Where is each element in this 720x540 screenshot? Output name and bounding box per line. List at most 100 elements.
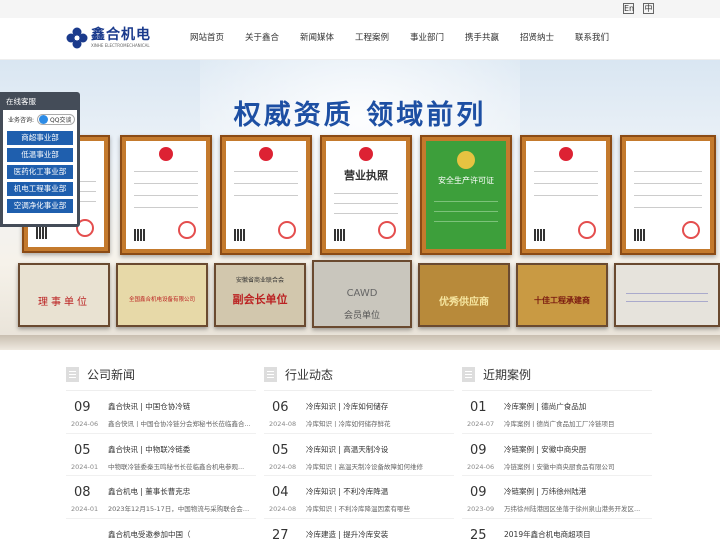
news-item[interactable]: 鑫合机电受邀参加中国（ (66, 519, 256, 540)
item-title[interactable]: 鑫合快讯 | 中国仓协冷链 (108, 401, 190, 412)
item-day: 01 (470, 400, 487, 415)
document-icon (462, 366, 475, 382)
news-item[interactable]: 05 2024-08 冷库知识 | 高温天制冷设 冷库知识丨高温天制冷设备故障如何维修 (264, 434, 454, 476)
plaque: CAWD 会员单位 (312, 260, 412, 328)
document-icon (66, 366, 79, 382)
plaque: 理事单位 (18, 263, 110, 327)
business-license-title: 营业执照 (344, 169, 388, 182)
plaque: 优秀供应商 (418, 263, 510, 327)
safety-permit-frame: 安全生产许可证 (420, 135, 512, 255)
item-date: 2024-06 (71, 420, 99, 428)
news-item[interactable]: 04 2024-08 冷库知识 | 不利冷库降温冷库知识丨不利冷库降温因素有哪些 (264, 476, 454, 519)
plaque (614, 263, 720, 327)
site-header: 鑫合机电 XINHE ELECTROMECHANICAL 网站首页 关于鑫合 新… (0, 18, 720, 60)
news-item[interactable]: 05 2024-01 鑫合快讯 | 中物联冷链委中物联冷链委秦玉鸣秘书长莅临鑫合机电… (66, 434, 256, 476)
item-desc: 冷库知识丨不利冷库降温因素有哪些 (306, 505, 410, 513)
division-button-pharma[interactable]: 医药化工事业部 (7, 165, 73, 179)
plaque-text: 理事单位 (38, 297, 90, 308)
item-date: 2024-08 (269, 420, 297, 428)
business-license-frame: 营业执照 (320, 135, 412, 255)
division-button-mep[interactable]: 机电工程事业部 (7, 182, 73, 196)
item-desc: 冷库知识丨冷库如何储存鲜花 (306, 420, 391, 428)
item-title[interactable]: 冷链案例 | 安徽中商央厨 (504, 444, 586, 455)
nav-contact[interactable]: 联系我们 (575, 31, 630, 43)
item-day: 09 (74, 400, 91, 415)
division-button-hvac[interactable]: 空调净化事业部 (7, 199, 73, 213)
item-title[interactable]: 冷库知识 | 不利冷库降温 (306, 486, 388, 497)
news-item[interactable]: 06 2024-08 冷库知识 | 冷库如何储存 冷库知识丨冷库如何储存鲜花 (264, 391, 454, 434)
item-desc: 2023年12月15-17日，中国物流与采购联合会冷... (108, 505, 253, 513)
news-item[interactable]: 01 2024-07 冷库案例 | 德尚广食品加 冷库案例丨德尚广食品加工厂冷链项目 (462, 391, 652, 434)
banner-shelf (0, 335, 720, 350)
nav-about[interactable]: 关于鑫合 (245, 31, 300, 43)
item-desc: 中物联冷链委秦玉鸣秘书长莅临鑫合机电参观... (108, 462, 245, 471)
nav-careers[interactable]: 招贤纳士 (520, 31, 575, 43)
online-service-panel: 在线客服 业务咨询: QQ交谈 商超事业部 低温事业部 医药化工事业部 机电工程… (0, 92, 80, 227)
item-title[interactable]: 冷链案例 | 万纬徐州陆港 (504, 486, 586, 497)
item-title[interactable]: 冷库知识 | 冷库如何储存 (306, 401, 388, 412)
item-day: 06 (272, 400, 289, 415)
item-desc: 冷链案例丨安徽中商央厨食品有限公司 (504, 462, 615, 471)
item-title[interactable]: 鑫合机电受邀参加中国（ (108, 529, 191, 540)
item-date: 2024-01 (71, 462, 99, 471)
item-day: 09 (470, 485, 487, 500)
item-date: 2024-08 (269, 462, 297, 471)
item-day: 08 (74, 485, 91, 500)
news-item[interactable]: 25 2019年鑫合机电商超项目 (462, 519, 652, 540)
nav-home[interactable]: 网站首页 (190, 31, 245, 43)
item-desc: 冷库知识丨高温天制冷设备故障如何维修 (306, 462, 423, 471)
site-logo[interactable]: 鑫合机电 XINHE ELECTROMECHANICAL (66, 27, 151, 49)
main-nav: 网站首页 关于鑫合 新闻媒体 工程案例 事业部门 携手共赢 招贤纳士 联系我们 (190, 31, 630, 43)
news-item[interactable]: 27 冷库建造 | 提升冷库安装 (264, 519, 454, 540)
hero-banner[interactable]: 权威资质 领域前列 营业执照 安全生产许可证 理事单位 全国鑫合机电设备有限公司… (0, 60, 720, 350)
plaque-text: CAWD (346, 288, 378, 299)
item-title[interactable]: 鑫合机电 | 董事长曹克忠 (108, 486, 190, 497)
news-item[interactable]: 09 2024-06 冷链案例 | 安徽中商央厨 冷链案例丨安徽中商央厨食品有限公司 (462, 434, 652, 476)
certificate-frame (520, 135, 612, 255)
qq-chat-button[interactable]: QQ交谈 (37, 114, 76, 125)
news-item[interactable]: 09 2023-09 冷链案例 | 万纬徐州陆港万纬徐州陆港园区坐落于徐州泉山港务开… (462, 476, 652, 519)
online-service-header: 在线客服 (6, 97, 36, 106)
item-day: 25 (470, 527, 487, 540)
nav-news[interactable]: 新闻媒体 (300, 31, 355, 43)
column-title[interactable]: 公司新闻 (87, 366, 135, 383)
column-title[interactable]: 近期案例 (483, 366, 531, 383)
nav-cases[interactable]: 工程案例 (355, 31, 410, 43)
logo-name: 鑫合机电 (91, 26, 151, 43)
language-en-button[interactable]: En (623, 3, 634, 14)
nav-divisions[interactable]: 事业部门 (410, 31, 465, 43)
news-column-industry: 行业动态 06 2024-08 冷库知识 | 冷库如何储存 冷库知识丨冷库如何储存鲜花… (264, 362, 454, 540)
item-day: 05 (74, 442, 91, 458)
plaque-text: 全国鑫合机电设备有限公司 (128, 297, 195, 303)
division-button-cold[interactable]: 低温事业部 (7, 148, 73, 162)
item-title[interactable]: 冷库案例 | 德尚广食品加 (504, 401, 586, 412)
plaque: 全国鑫合机电设备有限公司 (116, 263, 208, 327)
logo-english-name: XINHE ELECTROMECHANICAL (91, 42, 150, 48)
item-title[interactable]: 冷库知识 | 高温天制冷设 (306, 444, 388, 455)
item-day: 27 (272, 527, 289, 540)
item-date: 2023-09 (467, 505, 495, 513)
item-desc: 鑫合快讯丨中国仓协冷链分会郑秘书长莅临鑫合... (108, 420, 251, 428)
qq-chat-label: QQ交谈 (50, 117, 72, 124)
safety-permit-title: 安全生产许可证 (438, 176, 494, 185)
item-day: 04 (272, 485, 289, 500)
column-title[interactable]: 行业动态 (285, 366, 333, 383)
news-column-company: 公司新闻 09 2024-06 鑫合快讯 | 中国仓协冷链鑫合快讯丨中国仓协冷链分会… (66, 362, 256, 540)
item-desc: 万纬徐州陆港园区坐落于徐州泉山港务开发区... (504, 505, 641, 513)
division-button-supermarket[interactable]: 商超事业部 (7, 131, 73, 145)
banner-title: 权威资质 领域前列 (233, 100, 487, 131)
item-date: 2024-08 (269, 505, 297, 513)
certificate-frame (120, 135, 212, 255)
language-cn-button[interactable]: 中 (643, 3, 654, 14)
plaque-text: 十佳工程承建商 (534, 296, 590, 305)
certificate-frame (620, 135, 716, 255)
item-title[interactable]: 冷库建造 | 提升冷库安装 (306, 529, 388, 540)
plaque-text: 安徽省商业联合会 (235, 277, 284, 284)
news-item[interactable]: 08 2024-01 鑫合机电 | 董事长曹克忠 2023年12月15-17日，中国物… (66, 476, 256, 519)
item-title[interactable]: 2019年鑫合机电商超项目 (504, 529, 591, 540)
nav-partners[interactable]: 携手共赢 (465, 31, 520, 43)
news-item[interactable]: 09 2024-06 鑫合快讯 | 中国仓协冷链鑫合快讯丨中国仓协冷链分会郑秘书长莅… (66, 391, 256, 434)
document-icon (264, 366, 277, 382)
contact-label: 业务咨询: (8, 117, 35, 124)
item-title[interactable]: 鑫合快讯 | 中物联冷链委 (108, 444, 190, 455)
